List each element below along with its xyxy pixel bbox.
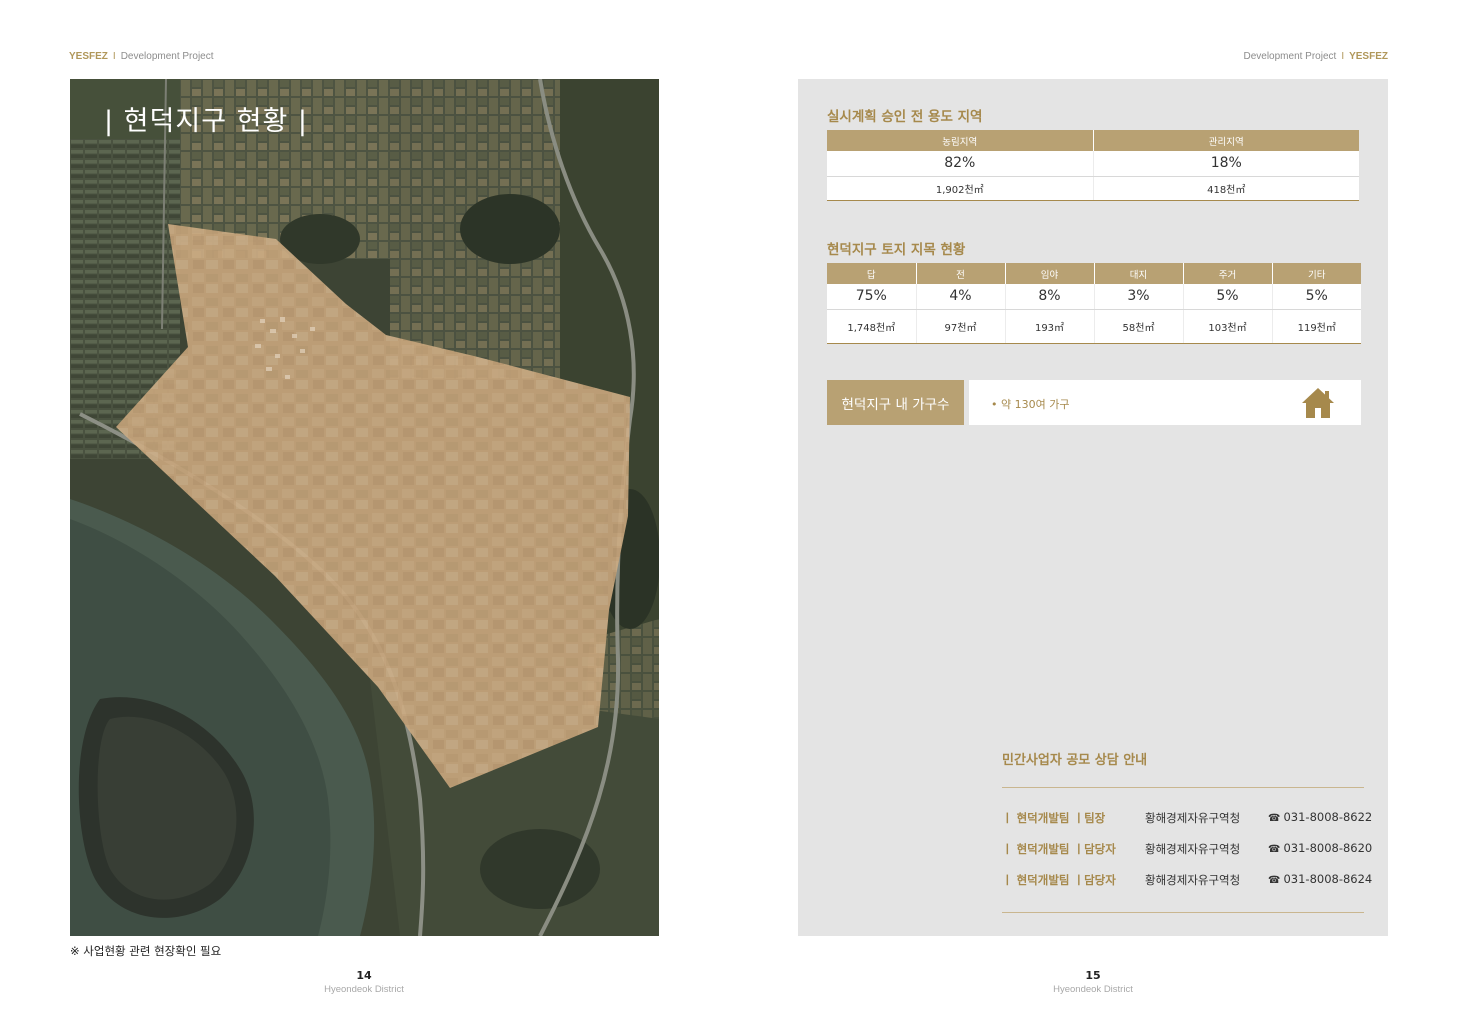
header-separator: I [1341,51,1345,62]
zoning-percent-cell: 82% [827,151,1093,177]
zoning-percent-cell: 18% [1092,151,1359,177]
land-header-cell: 답 [827,263,916,284]
site-check-note: ※ 사업현황 관련 현장확인 필요 [70,944,222,958]
phone-icon: ☎ [1268,844,1281,855]
phone-icon: ☎ [1268,875,1281,886]
land-area-cell: 1,748천㎡ [827,309,916,344]
land-header-cell: 임야 [1004,263,1094,284]
page-number-left: 14 Hyeondeok District [264,969,464,995]
district-name: Hyeondeok District [1053,984,1133,995]
zoning-header-cell: 농림지역 [827,130,1093,151]
land-percent-cell: 75% [827,284,916,310]
page-number: 14 [356,969,372,982]
brand-name: YESFEZ [69,51,108,62]
aerial-map-illustration [70,79,659,936]
land-area-cell: 58천㎡ [1093,309,1183,344]
contact-title: 민간사업자 공모 상담 안내 [1002,753,1148,768]
land-header-cell: 대지 [1093,263,1183,284]
zoning-area-cell: 1,902천㎡ [827,176,1093,201]
home-icon [1302,388,1334,418]
contact-team: ㅣ 현덕개발팀 ㅣ팀장 [1002,811,1106,825]
land-percent-cell: 8% [1004,284,1094,310]
contact-row: ㅣ 현덕개발팀 ㅣ팀장 황해경제자유구역청 ☎ 031-8008-8622 [1002,810,1372,826]
land-percent-cell: 3% [1093,284,1183,310]
map-title: | 현덕지구 현황 | [104,106,308,137]
zoning-table: 농림지역 관리지역 82% 18% 1,902천㎡ 418천㎡ [827,130,1359,201]
land-header-cell: 전 [915,263,1005,284]
brand-name: YESFEZ [1349,51,1388,62]
land-area-cell: 97천㎡ [915,309,1005,344]
zoning-area-cell: 418천㎡ [1092,176,1359,201]
header-left: YESFEZ I Development Project [69,51,214,62]
contact-phone[interactable]: ☎ 031-8008-8622 [1268,810,1372,824]
phone-number: 031-8008-8620 [1283,841,1373,855]
contact-org: 황해경제자유구역청 [1145,842,1241,856]
land-area-cell: 103천㎡ [1182,309,1272,344]
contact-row: ㅣ 현덕개발팀 ㅣ담당자 황해경제자유구역청 ☎ 031-8008-8624 [1002,872,1372,888]
land-percent-cell: 4% [915,284,1005,310]
phone-number: 031-8008-8622 [1283,810,1373,824]
contact-row: ㅣ 현덕개발팀 ㅣ담당자 황해경제자유구역청 ☎ 031-8008-8620 [1002,841,1372,857]
zoning-title: 실시계획 승인 전 용도 지역 [827,109,983,125]
land-header-cell: 주거 [1182,263,1272,284]
header-project: Development Project [1243,51,1337,62]
land-percent-cell: 5% [1182,284,1272,310]
contact-team: ㅣ 현덕개발팀 ㅣ담당자 [1002,873,1116,887]
header-right: Development Project I YESFEZ [1243,51,1388,62]
phone-icon: ☎ [1268,813,1281,824]
page-number-right: 15 Hyeondeok District [993,969,1193,995]
page-number: 15 [1085,969,1101,982]
household-count: • 약 130여 가구 [991,398,1070,411]
contact-divider-top [1002,787,1364,788]
land-header-cell: 기타 [1271,263,1361,284]
contact-org: 황해경제자유구역청 [1145,811,1241,825]
land-title: 현덕지구 토지 지목 현황 [827,242,966,258]
aerial-map: | 현덕지구 현황 | [70,79,659,936]
household-label: 현덕지구 내 가구수 [827,380,964,425]
district-name: Hyeondeok District [324,984,404,995]
land-area-cell: 119천㎡ [1271,309,1361,344]
contact-org: 황해경제자유구역청 [1145,873,1241,887]
contact-phone[interactable]: ☎ 031-8008-8620 [1268,841,1372,855]
contact-divider-bottom [1002,912,1364,913]
land-percent-cell: 5% [1271,284,1361,310]
household-box: • 약 130여 가구 [969,380,1361,425]
contact-team: ㅣ 현덕개발팀 ㅣ담당자 [1002,842,1116,856]
land-table: 답 전 임야 대지 주거 기타 75% 4% 8% 3% 5% 5% 1,748… [827,263,1361,344]
info-panel: 실시계획 승인 전 용도 지역 농림지역 관리지역 82% 18% 1,902천… [798,79,1388,936]
phone-number: 031-8008-8624 [1283,872,1373,886]
land-area-cell: 193㎡ [1004,309,1094,344]
zoning-header-cell: 관리지역 [1092,130,1359,151]
contact-phone[interactable]: ☎ 031-8008-8624 [1268,872,1372,886]
header-project: Development Project [120,51,214,62]
header-separator: I [112,51,116,62]
